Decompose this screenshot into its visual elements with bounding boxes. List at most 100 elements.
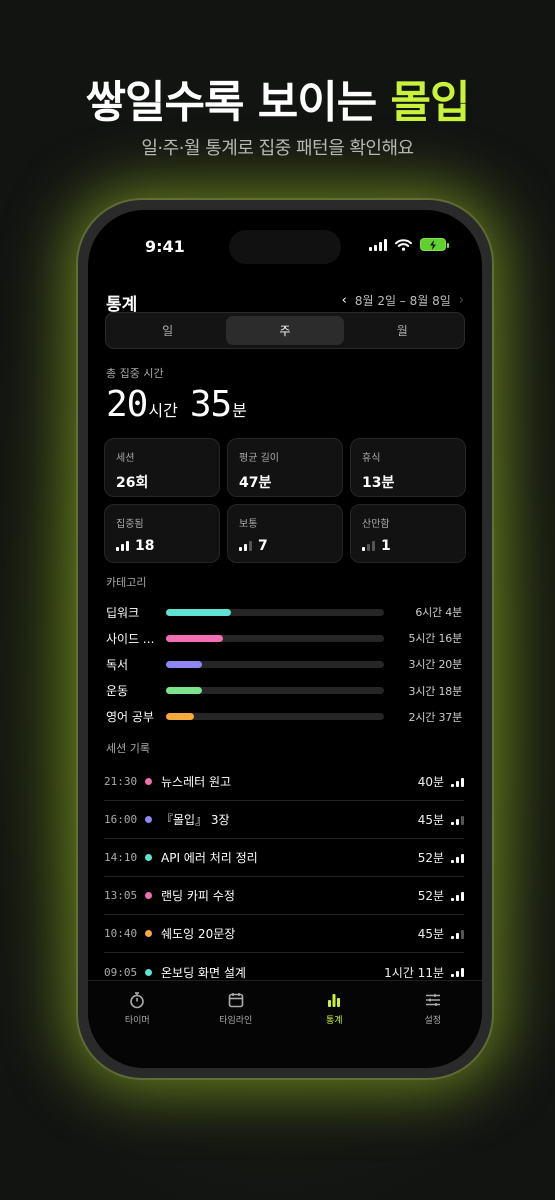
session-row[interactable]: 14:10 API 에러 처리 정리 52분: [104, 839, 464, 877]
category-row[interactable]: 영어 공부 2시간 37분: [106, 704, 462, 730]
tab-label: 타이머: [124, 1016, 150, 1026]
session-row[interactable]: 10:40 쉐도잉 20문장 45분: [104, 915, 464, 953]
stopwatch-icon: [128, 991, 146, 1009]
session-duration: 40분: [417, 775, 444, 789]
category-dot: [145, 892, 152, 899]
category-bar-fill: [166, 687, 202, 695]
category-bar-track: [166, 660, 384, 668]
category-bar-fill: [166, 608, 232, 616]
stat-card-number: 47분: [239, 475, 272, 491]
sliders-icon: [424, 991, 442, 1009]
tab-stopwatch[interactable]: 타이머: [88, 991, 187, 1068]
session-row[interactable]: 13:05 랜딩 카피 수정 52분: [104, 877, 464, 915]
category-name: 딥워크: [106, 605, 140, 620]
focus-level-icon: [451, 967, 464, 977]
stat-card-value: 1: [362, 538, 454, 554]
stat-card-label: 휴식: [362, 453, 381, 464]
session-time: 09:05: [104, 965, 138, 979]
category-bar-track: [166, 713, 384, 721]
tab-sliders[interactable]: 설정: [384, 991, 483, 1068]
session-title: 『몰입』 3장: [161, 813, 230, 827]
category-row[interactable]: 딥워크 6시간 4분: [106, 599, 462, 625]
session-list: 21:30 뉴스레터 원고 40분 16:00 『몰입』 3장 45분 14:10 API 에…: [104, 763, 464, 991]
phone-frame: 9:41 통계 ‹ 8월 2일 – 8월 8일 › 일주월 총 집중 시간 20…: [78, 200, 492, 1078]
focus-level-icon: [362, 541, 375, 551]
headline-accent: 몰입: [390, 77, 471, 128]
category-bar-track: [166, 687, 384, 695]
category-time: 2시간 37분: [408, 710, 463, 724]
stat-card[interactable]: 보통 7: [227, 504, 343, 563]
session-time: 16:00: [104, 813, 138, 826]
stat-card-number: 7: [258, 538, 268, 554]
session-duration: 52분: [417, 889, 444, 903]
stat-card[interactable]: 평균 길이 47분: [227, 438, 343, 497]
category-dot: [145, 778, 152, 785]
tab-label: 통계: [325, 1016, 343, 1026]
tab-label: 설정: [424, 1016, 442, 1026]
date-range: 8월 2일 – 8월 8일: [354, 294, 451, 308]
stat-card-number: 26회: [116, 475, 149, 491]
promo-headline: 쌓일수록 보이는 몰입: [0, 66, 555, 130]
category-dot: [145, 930, 152, 937]
stat-card[interactable]: 산만함 1: [350, 504, 466, 563]
total-hours-unit: 시간: [148, 401, 178, 420]
stat-card-label: 산만함: [362, 519, 390, 530]
stat-card-value: 26회: [116, 472, 208, 492]
stat-card-number: 1: [381, 538, 391, 554]
tab-calendar[interactable]: 타임라인: [187, 991, 286, 1068]
focus-level-icon: [451, 853, 464, 863]
focus-level-icon: [451, 929, 464, 939]
category-name: 사이드 ...: [106, 631, 155, 646]
session-title: 뉴스레터 원고: [161, 775, 232, 789]
stat-card-label: 평균 길이: [239, 453, 279, 464]
tab-bar: 타이머 타임라인 통계 설정: [88, 980, 482, 1068]
category-row[interactable]: 운동 3시간 18분: [106, 678, 462, 704]
category-bar-fill: [166, 713, 195, 721]
focus-level-icon: [451, 777, 464, 787]
session-time: 10:40: [104, 927, 138, 940]
tab-label: 타임라인: [219, 1016, 253, 1026]
category-time: 3시간 20분: [408, 658, 463, 672]
category-bar-fill: [166, 634, 223, 642]
session-time: 21:30: [104, 775, 138, 788]
stat-card[interactable]: 세션 26회: [104, 438, 220, 497]
category-row[interactable]: 사이드 ... 5시간 16분: [106, 625, 462, 651]
session-row[interactable]: 21:30 뉴스레터 원고 40분: [104, 763, 464, 801]
bar-chart-icon: [325, 991, 343, 1009]
category-name: 운동: [106, 684, 129, 699]
phone-screen: 9:41 통계 ‹ 8월 2일 – 8월 8일 › 일주월 총 집중 시간 20…: [88, 210, 482, 1068]
category-row[interactable]: 독서 3시간 20분: [106, 651, 462, 677]
segment-option-2[interactable]: 월: [344, 316, 461, 345]
chevron-right-icon[interactable]: ›: [459, 293, 464, 308]
chevron-left-icon[interactable]: ‹: [342, 293, 347, 308]
session-title: 온보딩 화면 설계: [161, 965, 246, 980]
status-icons: [369, 238, 449, 251]
session-duration: 52분: [417, 851, 444, 865]
category-dot: [145, 968, 152, 976]
session-duration: 45분: [417, 927, 444, 941]
calendar-icon: [227, 991, 245, 1009]
category-list: 딥워크 6시간 4분 사이드 ... 5시간 16분 독서 3시간 20분 운동 3시간 18…: [106, 599, 462, 730]
stat-card[interactable]: 집중됨 18: [104, 504, 220, 563]
headline-main: 쌓일수록 보이는: [85, 77, 391, 128]
stat-card-value: 47분: [239, 472, 331, 492]
dynamic-island: [229, 230, 341, 264]
category-name: 영어 공부: [106, 710, 154, 725]
segment-option-0[interactable]: 일: [109, 316, 226, 345]
status-time: 9:41: [145, 237, 185, 256]
session-row[interactable]: 16:00 『몰입』 3장 45분: [104, 801, 464, 839]
stat-card-number: 18: [135, 538, 155, 554]
stat-card-label: 집중됨: [116, 519, 144, 530]
battery-charging-icon: [420, 238, 449, 251]
period-segmented-control: 일주월: [105, 312, 465, 349]
date-navigator: ‹ 8월 2일 – 8월 8일 ›: [342, 292, 464, 309]
focus-level-icon: [116, 541, 129, 551]
stat-card-number: 13분: [362, 475, 395, 491]
total-minutes-unit: 분: [232, 401, 247, 420]
cellular-signal-icon: [369, 238, 387, 251]
stat-card[interactable]: 휴식 13분: [350, 438, 466, 497]
tab-bar-chart[interactable]: 통계: [285, 991, 384, 1068]
session-duration: 1시간 11분: [384, 965, 444, 980]
segment-option-1[interactable]: 주: [226, 316, 344, 345]
stat-card-label: 세션: [116, 453, 135, 464]
